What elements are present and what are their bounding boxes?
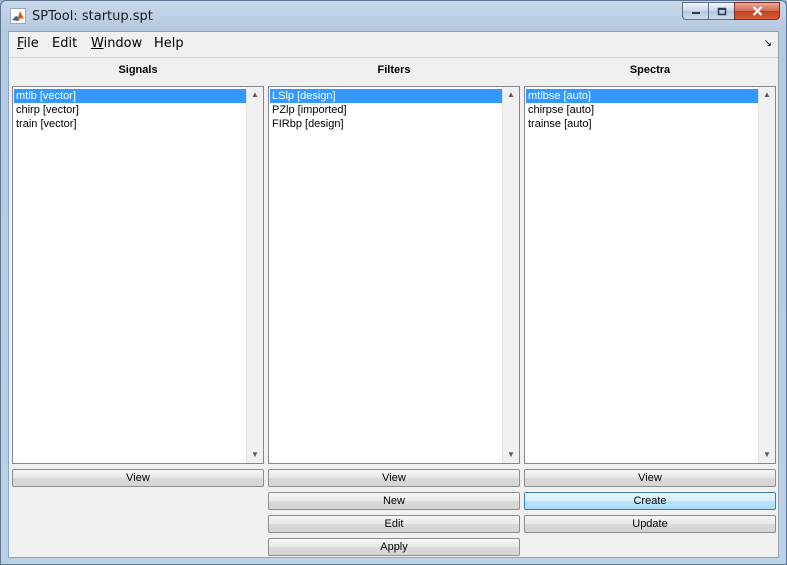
menu-help[interactable]: Help (154, 36, 184, 51)
filters-apply-button[interactable]: Apply (268, 538, 520, 556)
filters-title: Filters (377, 64, 411, 76)
filters-edit-button[interactable]: Edit (268, 515, 520, 533)
title-bar[interactable]: SPTool: startup.spt (1, 1, 786, 31)
filters-list: LSlp [design] PZlp [imported] FIRbp [des… (270, 89, 504, 131)
menu-bar: File Edit Window Help ↘ (9, 32, 778, 58)
window-controls (682, 2, 780, 20)
close-icon (752, 6, 762, 16)
list-item[interactable]: FIRbp [design] (270, 117, 504, 131)
list-item[interactable]: LSlp [design] (270, 89, 504, 103)
list-item[interactable]: trainse [auto] (526, 117, 760, 131)
spectra-create-button[interactable]: Create (524, 492, 776, 510)
signals-view-button[interactable]: View (12, 469, 264, 487)
list-item[interactable]: mtlbse [auto] (526, 89, 760, 103)
menu-window-mnemonic: W (91, 36, 104, 51)
maximize-button[interactable] (708, 2, 734, 20)
matlab-icon (10, 8, 26, 24)
minimize-icon (691, 12, 700, 14)
list-item[interactable]: chirpse [auto] (526, 103, 760, 117)
scroll-up-icon[interactable]: ▲ (247, 88, 263, 102)
dock-arrow-icon[interactable]: ↘ (764, 38, 772, 49)
client-area: File Edit Window Help ↘ Signals mtlb [ve… (8, 31, 779, 558)
spectra-scrollbar[interactable]: ▲ ▼ (758, 87, 775, 463)
spectra-update-button[interactable]: Update (524, 515, 776, 533)
list-item[interactable]: mtlb [vector] (14, 89, 248, 103)
restore-icon (717, 7, 726, 15)
spectra-listbox[interactable]: mtlbse [auto] chirpse [auto] trainse [au… (524, 86, 776, 464)
signals-listbox[interactable]: mtlb [vector] chirp [vector] train [vect… (12, 86, 264, 464)
menu-file[interactable]: File (17, 36, 39, 51)
menu-window-rest: indow (103, 36, 143, 51)
list-item[interactable]: chirp [vector] (14, 103, 248, 117)
filters-listbox[interactable]: LSlp [design] PZlp [imported] FIRbp [des… (268, 86, 520, 464)
signals-title: Signals (118, 64, 158, 76)
scroll-up-icon[interactable]: ▲ (759, 88, 775, 102)
spectra-list: mtlbse [auto] chirpse [auto] trainse [au… (526, 89, 760, 131)
scroll-down-icon[interactable]: ▼ (247, 448, 263, 462)
filters-scrollbar[interactable]: ▲ ▼ (502, 87, 519, 463)
spectra-title: Spectra (629, 64, 671, 76)
menu-window[interactable]: Window (91, 36, 142, 51)
scroll-down-icon[interactable]: ▼ (759, 448, 775, 462)
sptool-window: SPTool: startup.spt File Edit Window Hel… (0, 0, 787, 565)
window-title: SPTool: startup.spt (32, 9, 153, 24)
close-button[interactable] (734, 2, 780, 20)
scroll-down-icon[interactable]: ▼ (503, 448, 519, 462)
filters-new-button[interactable]: New (268, 492, 520, 510)
menu-edit[interactable]: Edit (52, 36, 77, 51)
filters-view-button[interactable]: View (268, 469, 520, 487)
list-item[interactable]: PZlp [imported] (270, 103, 504, 117)
spectra-view-button[interactable]: View (524, 469, 776, 487)
signals-scrollbar[interactable]: ▲ ▼ (246, 87, 263, 463)
list-item[interactable]: train [vector] (14, 117, 248, 131)
minimize-button[interactable] (682, 2, 708, 20)
menu-file-rest: ile (23, 36, 39, 51)
scroll-up-icon[interactable]: ▲ (503, 88, 519, 102)
signals-list: mtlb [vector] chirp [vector] train [vect… (14, 89, 248, 131)
